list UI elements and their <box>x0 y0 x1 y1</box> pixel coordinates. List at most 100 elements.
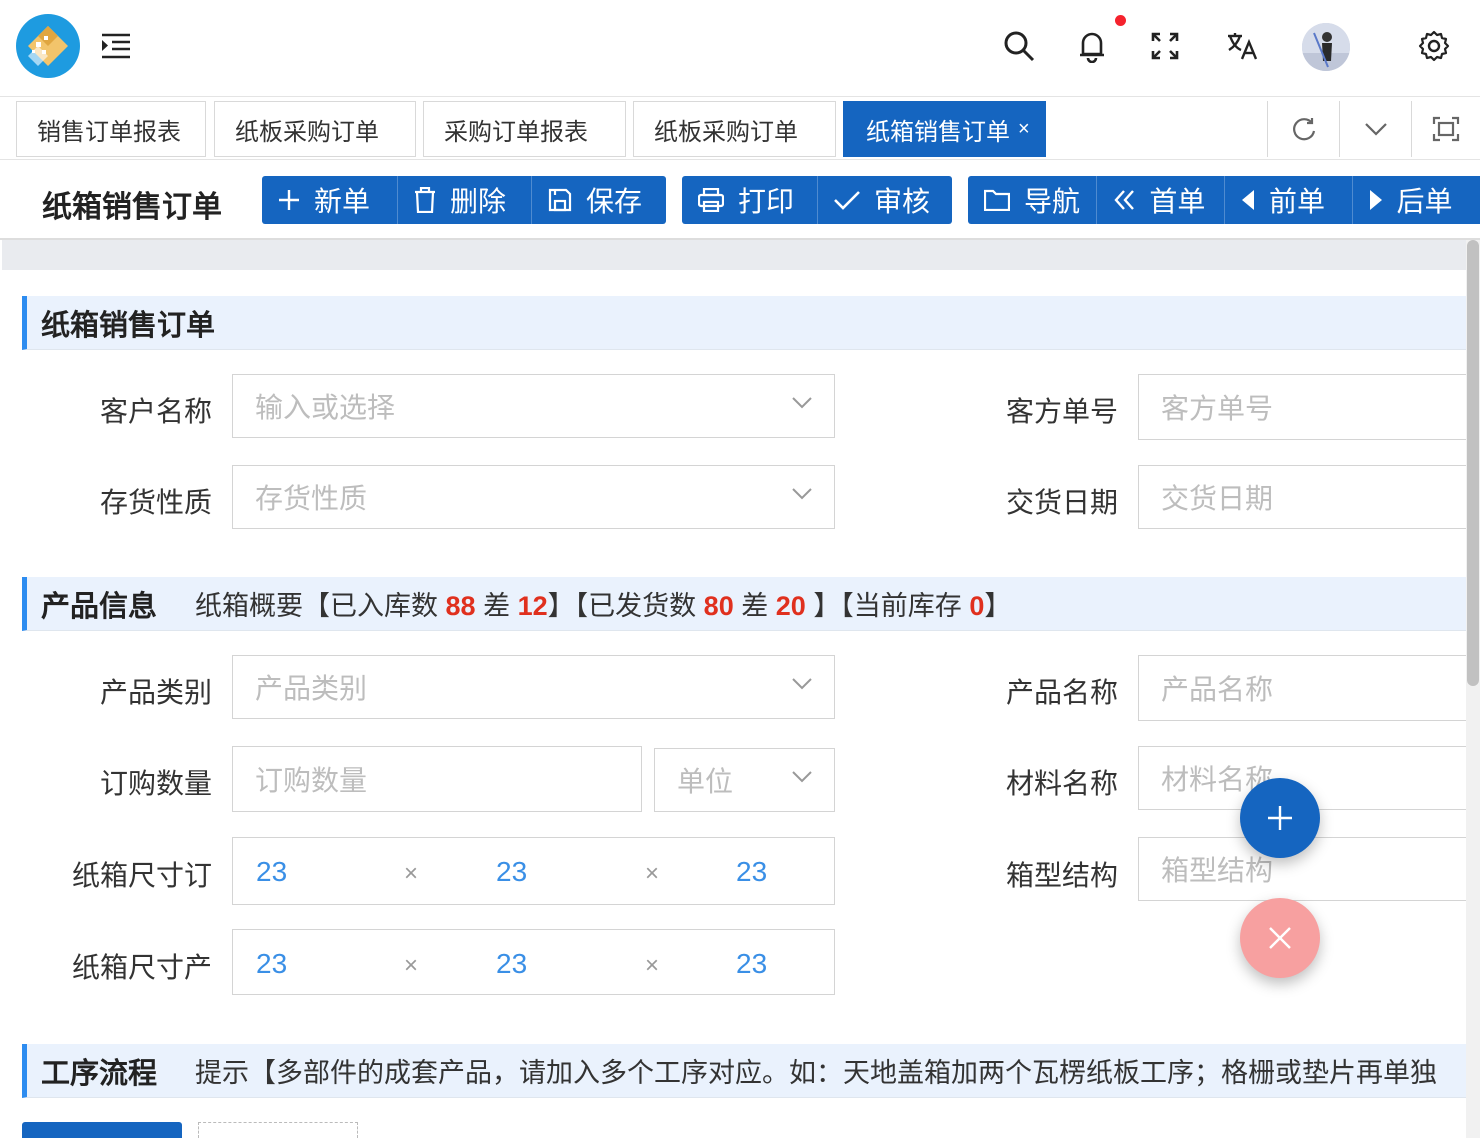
scrollbar-thumb[interactable] <box>1467 240 1479 686</box>
section-title: 纸箱销售订单 <box>41 309 216 342</box>
delete-button-label: 删除 <box>450 186 507 217</box>
form-content: 纸箱销售订单 客户名称 输入或选择 客方单号 客方单号 存货性质 存货性质 交货… <box>2 270 1466 1138</box>
tab-purchase-order-report[interactable]: 采购订单报表 <box>423 101 626 157</box>
edit-button-group: 新单 删除 保存 <box>262 176 666 224</box>
top-header <box>0 0 1480 96</box>
trash-icon <box>415 187 435 213</box>
client-no-label: 客方单号 <box>1005 396 1118 427</box>
save-button-label: 保存 <box>586 186 643 217</box>
tab-sales-order-report[interactable]: 销售订单报表 <box>16 101 206 157</box>
bell-icon[interactable] <box>1068 22 1116 70</box>
save-button[interactable]: 保存 <box>532 176 666 224</box>
times-icon: × <box>404 860 419 887</box>
avatar[interactable] <box>1302 23 1350 71</box>
caret-left-icon <box>1241 190 1254 210</box>
unit-placeholder: 单位 <box>677 766 734 797</box>
carton-size-prod-label: 纸箱尺寸产 <box>71 952 212 983</box>
delivery-date-input[interactable]: 交货日期 <box>1138 465 1466 529</box>
customer-placeholder: 输入或选择 <box>255 392 396 423</box>
floating-add-button[interactable] <box>1240 778 1320 858</box>
fullscreen-icon[interactable] <box>1141 22 1189 70</box>
current-stock: 0 <box>969 591 985 621</box>
printer-icon <box>698 188 724 212</box>
chevron-down-icon[interactable] <box>1339 101 1411 157</box>
tab-label: 纸板采购订单 <box>654 118 798 146</box>
print-button[interactable]: 打印 <box>682 176 818 224</box>
caret-right-icon <box>1369 190 1382 210</box>
prev-button[interactable]: 前单 <box>1225 176 1353 224</box>
client-no-input[interactable]: 客方单号 <box>1138 374 1466 440</box>
tab-board-purchase-order-2[interactable]: 纸板采购订单 <box>633 101 836 157</box>
product-category-select[interactable]: 产品类别 <box>232 655 835 719</box>
prev-button-label: 前单 <box>1268 186 1325 217</box>
tab-close-icon[interactable]: × <box>1018 118 1030 141</box>
tab-carton-sales-order[interactable]: 纸箱销售订单 × <box>843 101 1046 157</box>
chevron-down-icon <box>792 397 812 409</box>
section-title: 产品信息 <box>41 590 158 623</box>
plus-icon <box>279 190 299 210</box>
product-name-label: 产品名称 <box>1005 677 1118 708</box>
audit-button[interactable]: 审核 <box>818 176 952 224</box>
check-icon <box>834 191 860 210</box>
navigate-button-label: 导航 <box>1024 186 1081 217</box>
product-category-placeholder: 产品类别 <box>255 673 368 704</box>
shipped-diff: 20 <box>775 591 806 621</box>
stock-type-select[interactable]: 存货性质 <box>232 465 835 529</box>
refresh-icon[interactable] <box>1267 101 1339 157</box>
tab-label: 纸箱销售订单 <box>866 118 1010 146</box>
carton-size-order-label: 纸箱尺寸订 <box>71 860 212 891</box>
size-order-height[interactable]: 23 <box>736 856 767 888</box>
in-stock-diff: 12 <box>517 591 548 621</box>
chevron-down-icon <box>792 488 812 500</box>
size-prod-width[interactable]: 23 <box>496 948 527 980</box>
print-button-label: 打印 <box>738 186 795 217</box>
size-order-length[interactable]: 23 <box>256 856 287 888</box>
box-type-placeholder: 箱型结构 <box>1161 855 1274 886</box>
app-logo[interactable] <box>16 14 80 78</box>
dashed-add-button[interactable] <box>198 1122 358 1138</box>
times-icon: × <box>645 860 660 887</box>
menu-indent-icon[interactable] <box>92 22 140 70</box>
tab-board-purchase-order[interactable]: 纸板采购订单 <box>214 101 416 157</box>
next-button-label: 后单 <box>1396 186 1453 217</box>
section-order-header: 纸箱销售订单 <box>22 296 1466 350</box>
section-product-info: 产品信息 纸箱概要【已入库数 88 差 12】【已发货数 80 差 20 】【当… <box>22 577 1466 631</box>
product-name-input[interactable]: 产品名称 <box>1138 655 1466 721</box>
translate-icon[interactable] <box>1218 22 1266 70</box>
navigate-button[interactable]: 导航 <box>968 176 1098 224</box>
size-prod-height[interactable]: 23 <box>736 948 767 980</box>
save-icon <box>548 188 572 212</box>
tab-bar: 销售订单报表 纸板采购订单 采购订单报表 纸板采购订单 纸箱销售订单 × <box>0 96 1480 160</box>
order-qty-placeholder: 订购数量 <box>255 765 368 796</box>
client-no-placeholder: 客方单号 <box>1161 393 1274 424</box>
section-title: 工序流程 <box>41 1057 158 1090</box>
size-prod-length[interactable]: 23 <box>256 948 287 980</box>
customer-select[interactable]: 输入或选择 <box>232 374 835 438</box>
section-process-flow: 工序流程 提示【多部件的成套产品，请加入多个工序对应。如：天地盖箱加两个瓦楞纸板… <box>22 1044 1466 1098</box>
audit-button-label: 审核 <box>874 186 931 217</box>
order-qty-input[interactable]: 订购数量 <box>232 746 642 812</box>
notification-dot <box>1115 15 1126 26</box>
delete-button[interactable]: 删除 <box>398 176 532 224</box>
first-button[interactable]: 首单 <box>1097 176 1225 224</box>
floating-close-button[interactable] <box>1240 898 1320 978</box>
next-button[interactable]: 后单 <box>1353 176 1480 224</box>
plus-icon <box>1268 806 1292 830</box>
print-button-group: 打印 审核 <box>682 176 952 224</box>
search-icon[interactable] <box>995 22 1043 70</box>
add-process-button[interactable] <box>22 1122 182 1138</box>
stock-type-label: 存货性质 <box>99 487 212 518</box>
in-stock-count: 88 <box>445 591 476 621</box>
close-icon <box>1269 927 1291 949</box>
size-order-width[interactable]: 23 <box>496 856 527 888</box>
product-category-label: 产品类别 <box>99 677 212 708</box>
times-icon: × <box>404 952 419 979</box>
gear-icon[interactable] <box>1410 22 1458 70</box>
maximize-icon[interactable] <box>1411 101 1480 157</box>
new-button[interactable]: 新单 <box>262 176 398 224</box>
folder-icon <box>984 189 1010 211</box>
content-top-band <box>2 240 1466 270</box>
nav-button-group: 导航 首单 前单 后单 <box>968 176 1480 224</box>
customer-label: 客户名称 <box>99 396 212 427</box>
unit-select[interactable]: 单位 <box>654 748 835 812</box>
